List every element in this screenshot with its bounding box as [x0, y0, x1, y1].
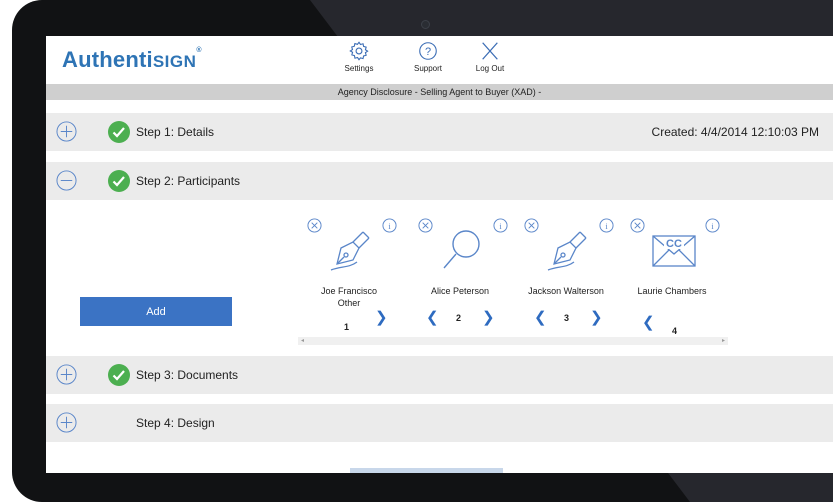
- document-title: Agency Disclosure - Selling Agent to Buy…: [337, 87, 542, 97]
- support-button[interactable]: ? Support: [408, 40, 448, 73]
- step-3-label: Step 3: Documents: [136, 368, 239, 382]
- participants-horizontal-scrollbar[interactable]: ◂ ▸: [298, 337, 728, 345]
- pen-nib-icon: [330, 231, 370, 271]
- svg-text:CC: CC: [666, 238, 682, 250]
- chevron-left-icon[interactable]: ❮: [426, 308, 439, 326]
- bottom-scroll-indicator: [350, 468, 503, 473]
- step-4-row[interactable]: Step 4: Design: [46, 404, 833, 442]
- expand-plus-icon[interactable]: [56, 364, 77, 385]
- participant-order: 3: [564, 313, 570, 323]
- chevron-left-icon[interactable]: ❮: [534, 308, 547, 326]
- participants-panel: Add i Joe Francisco Other 1 ❯ i Alice Pe…: [46, 206, 833, 354]
- info-circle-icon[interactable]: i: [382, 218, 397, 233]
- participant-name: Laurie Chambers: [637, 286, 707, 296]
- support-label: Support: [413, 64, 443, 73]
- remove-circle-icon[interactable]: [307, 218, 322, 233]
- logo-registered-mark: ®: [196, 47, 202, 54]
- logout-button[interactable]: Log Out: [470, 40, 510, 73]
- close-x-icon: [482, 42, 498, 60]
- expand-plus-icon[interactable]: [56, 412, 77, 433]
- check-circle-icon: [108, 121, 130, 143]
- step-4-label: Step 4: Design: [136, 416, 215, 430]
- pen-nib-icon: [547, 231, 587, 271]
- app-header: AuthentiSIGN® Settings ? Support Log Out: [46, 36, 833, 84]
- step-2-row[interactable]: Step 2: Participants: [46, 162, 833, 200]
- step-1-label: Step 1: Details: [136, 125, 215, 139]
- step-3-row[interactable]: Step 3: Documents: [46, 356, 833, 394]
- svg-text:?: ?: [425, 46, 431, 58]
- scroll-right-arrow-icon[interactable]: ▸: [722, 337, 725, 345]
- authentisign-logo: AuthentiSIGN®: [62, 47, 202, 73]
- expand-plus-icon[interactable]: [56, 121, 77, 142]
- participant-card[interactable]: i Alice Peterson ❮ 2 ❯: [410, 218, 510, 338]
- chevron-right-icon[interactable]: ❯: [590, 308, 603, 326]
- step-2-label: Step 2: Participants: [136, 174, 241, 188]
- svg-text:i: i: [605, 221, 608, 231]
- remove-circle-icon[interactable]: [524, 218, 539, 233]
- participant-order: 1: [344, 322, 350, 332]
- participant-card[interactable]: i Joe Francisco Other 1 ❯: [299, 218, 399, 338]
- gear-icon: [349, 41, 369, 61]
- svg-text:i: i: [711, 221, 714, 231]
- add-participant-button[interactable]: Add: [80, 297, 232, 326]
- participant-name: Jackson Walterson: [528, 286, 604, 296]
- participant-name: Alice Peterson: [430, 286, 490, 296]
- chevron-right-icon[interactable]: ❯: [482, 308, 495, 326]
- info-circle-icon[interactable]: i: [599, 218, 614, 233]
- participant-card[interactable]: i Jackson Walterson ❮ 3 ❯: [516, 218, 616, 338]
- document-title-bar: Agency Disclosure - Selling Agent to Buy…: [46, 84, 833, 100]
- camera-lens: [421, 20, 430, 29]
- cc-envelope-icon: CC: [652, 235, 696, 267]
- help-circle-icon: ?: [419, 42, 437, 60]
- app-screen: AuthentiSIGN® Settings ? Support Log Out: [46, 36, 833, 473]
- remove-circle-icon[interactable]: [418, 218, 433, 233]
- logout-label: Log Out: [475, 64, 505, 73]
- check-circle-icon: [108, 170, 130, 192]
- step-1-row[interactable]: Step 1: Details Created: 4/4/2014 12:10:…: [46, 113, 833, 151]
- chevron-right-icon[interactable]: ❯: [375, 308, 388, 326]
- participant-name: Joe Francisco: [320, 286, 378, 296]
- participant-card[interactable]: i CC Laurie Chambers ❮ 4: [622, 218, 722, 338]
- magnifier-icon: [443, 230, 480, 269]
- chevron-left-icon[interactable]: ❮: [642, 313, 655, 331]
- participant-order: 2: [456, 313, 462, 323]
- logo-text: Authenti: [62, 47, 153, 72]
- settings-button[interactable]: Settings: [339, 40, 379, 73]
- svg-text:i: i: [388, 221, 391, 231]
- svg-text:i: i: [499, 221, 502, 231]
- participant-order: 4: [672, 326, 678, 336]
- info-circle-icon[interactable]: i: [493, 218, 508, 233]
- check-circle-icon: [108, 364, 130, 386]
- scroll-left-arrow-icon[interactable]: ◂: [301, 337, 304, 345]
- collapse-minus-icon[interactable]: [56, 170, 77, 191]
- created-timestamp: Created: 4/4/2014 12:10:03 PM: [651, 125, 819, 139]
- remove-circle-icon[interactable]: [630, 218, 645, 233]
- logo-sign-text: SIGN: [152, 52, 197, 71]
- participant-role: Other: [337, 298, 361, 308]
- info-circle-icon[interactable]: i: [705, 218, 720, 233]
- settings-label: Settings: [344, 64, 374, 73]
